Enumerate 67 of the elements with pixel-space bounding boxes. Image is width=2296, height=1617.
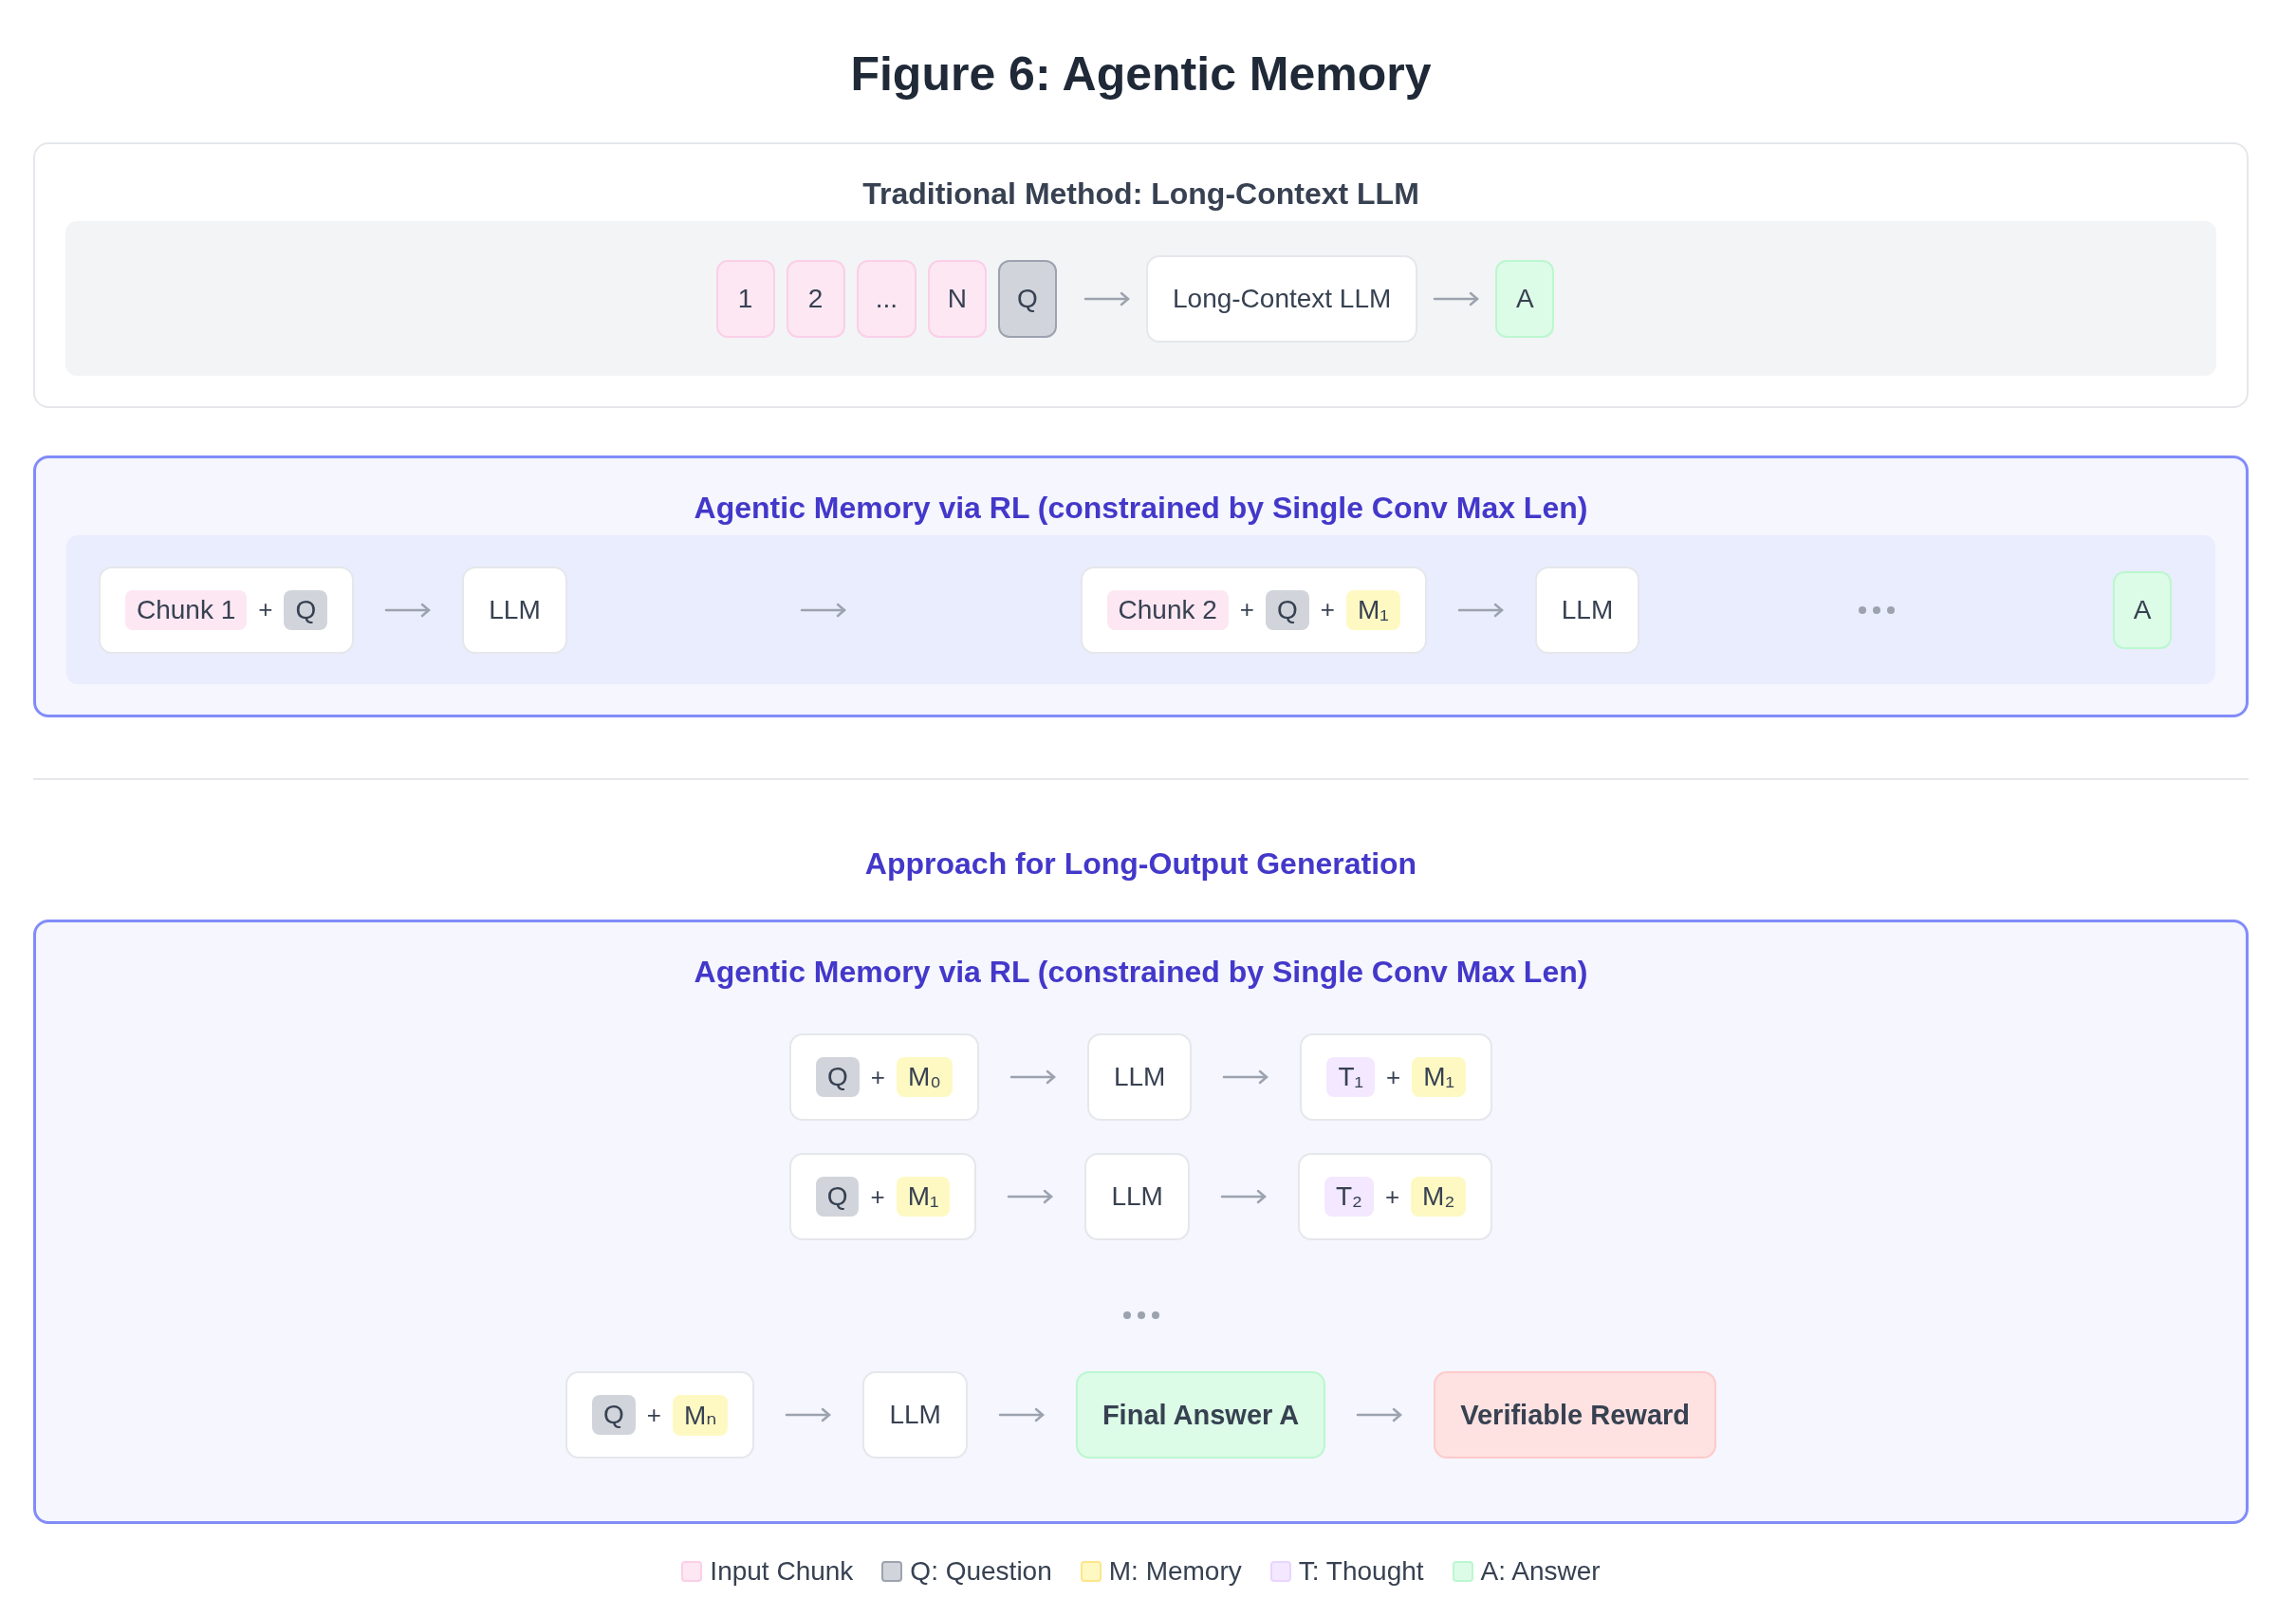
right-arrow xyxy=(1219,1189,1268,1204)
thought-label: T₂ xyxy=(1324,1177,1374,1217)
legend-swatch xyxy=(1269,1561,1291,1582)
answer-tile: A xyxy=(1495,259,1555,338)
chunk-tile: 2 xyxy=(786,259,845,338)
chunk-tile: N xyxy=(928,259,987,338)
ellipsis-icon xyxy=(1121,1310,1160,1320)
legend-label: Q: Question xyxy=(910,1556,1052,1587)
right-arrow xyxy=(1083,290,1131,307)
model-box: LLM xyxy=(1534,566,1640,654)
question-tile: Q xyxy=(998,259,1057,338)
model-box: LLM xyxy=(862,1371,968,1459)
plus-sign: + xyxy=(1320,595,1335,624)
memory-label: M₀ xyxy=(897,1057,953,1097)
right-arrow xyxy=(1007,1189,1055,1204)
question-label: Q xyxy=(591,1395,636,1435)
model-box: LLM xyxy=(1086,1033,1193,1121)
legend-label: A: Answer xyxy=(1480,1556,1601,1587)
memory-label: M₁ xyxy=(1412,1057,1466,1097)
legend-label: T: Thought xyxy=(1298,1556,1424,1587)
figure-title: Figure 6: Agentic Memory xyxy=(849,46,1433,102)
chunk-tile: 1 xyxy=(715,259,775,338)
plus-sign: + xyxy=(1239,595,1254,624)
plus-sign: + xyxy=(646,1400,661,1430)
right-arrow xyxy=(1433,290,1481,307)
legend-swatch xyxy=(1080,1561,1102,1582)
card-title: Agentic Memory via RL (constrained by Single Conv Max Len) xyxy=(693,955,1589,990)
right-arrow xyxy=(1356,1407,1404,1422)
card-title: Agentic Memory via RL (constrained by Single Conv Max Len) xyxy=(693,491,1589,526)
model-box: LLM xyxy=(462,566,567,654)
right-arrow xyxy=(800,602,848,618)
plus-sign: + xyxy=(258,595,273,624)
model-box: LLM xyxy=(1084,1153,1190,1240)
memory-label: M₁ xyxy=(1345,589,1400,630)
memory-label: Mₙ xyxy=(672,1394,729,1436)
section-heading: Approach for Long-Output Generation xyxy=(863,846,1418,882)
chunk-label: Chunk 2 xyxy=(1106,589,1229,630)
plus-sign: + xyxy=(1384,1181,1400,1212)
legend-label: M: Memory xyxy=(1108,1556,1242,1587)
right-arrow xyxy=(1009,1069,1057,1085)
legend-swatch xyxy=(681,1561,703,1582)
right-arrow xyxy=(1456,602,1505,618)
answer-box: Final Answer A xyxy=(1075,1371,1326,1459)
question-label: Q xyxy=(816,1057,860,1097)
memory-label: M₁ xyxy=(896,1177,951,1217)
right-arrow xyxy=(1222,1069,1270,1085)
question-label: Q xyxy=(284,589,328,630)
card-title: Traditional Method: Long-Context LLM xyxy=(861,177,1420,212)
model-box: Long-Context LLM xyxy=(1146,254,1418,343)
legend-swatch xyxy=(1452,1561,1473,1582)
answer-tile: A xyxy=(2113,570,2172,649)
thought-label: T₁ xyxy=(1326,1057,1375,1097)
plus-sign: + xyxy=(1386,1062,1401,1092)
ellipsis-icon xyxy=(1857,604,1896,615)
reward-box: Verifiable Reward xyxy=(1434,1371,1716,1459)
plus-sign: + xyxy=(870,1062,885,1092)
legend-label: Input Chunk xyxy=(710,1556,854,1587)
chunk-tile: ... xyxy=(856,259,917,338)
legend-swatch xyxy=(881,1561,903,1582)
question-label: Q xyxy=(1266,589,1309,630)
question-label: Q xyxy=(815,1177,860,1217)
memory-label: M₂ xyxy=(1411,1177,1467,1217)
right-arrow xyxy=(384,602,433,618)
right-arrow xyxy=(997,1407,1046,1422)
right-arrow xyxy=(785,1407,833,1422)
chunk-label: Chunk 1 xyxy=(125,589,248,630)
plus-sign: + xyxy=(870,1181,885,1212)
